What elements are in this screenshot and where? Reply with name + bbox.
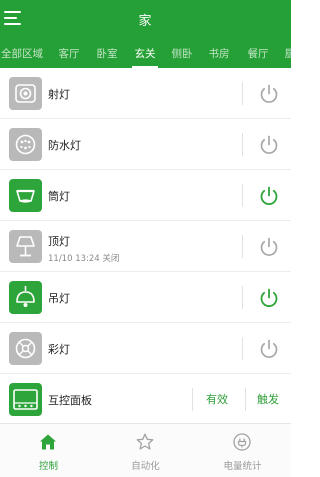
device-name: 彩灯 (48, 343, 70, 356)
tab-living-room[interactable]: 客厅 (55, 40, 83, 68)
downlight-icon (9, 179, 42, 212)
device-name: 筒灯 (48, 190, 70, 203)
tab-bedroom[interactable]: 卧室 (93, 40, 121, 68)
divider (242, 286, 243, 309)
device-list: 射灯 防水灯 筒灯 顶灯 11/10 13:24 关闭 吊灯 彩灯 互控面板 有… (0, 68, 291, 425)
device-row-control-panel[interactable]: 互控面板 有效 触发 (0, 374, 291, 425)
tab-study[interactable]: 书房 (205, 40, 233, 68)
divider (242, 184, 243, 207)
control-panel-icon (9, 383, 42, 416)
device-row-ceiling-light[interactable]: 顶灯 11/10 13:24 关闭 (0, 221, 291, 272)
valid-button[interactable]: 有效 (206, 391, 228, 407)
tab-kitchen[interactable]: 厨 (283, 40, 291, 68)
power-toggle-off[interactable] (258, 134, 280, 156)
nav-control[interactable]: 控制 (0, 424, 97, 477)
power-toggle-on[interactable] (258, 287, 280, 309)
power-toggle-off[interactable] (258, 83, 280, 105)
nav-label: 控制 (38, 461, 58, 472)
top-bar: 家 (0, 0, 291, 40)
tab-dining-room[interactable]: 餐厅 (244, 40, 272, 68)
tab-side-bedroom[interactable]: 侧卧 (168, 40, 196, 68)
spotlight-icon (9, 77, 42, 110)
device-row-downlight[interactable]: 筒灯 (0, 170, 291, 221)
trigger-button[interactable]: 触发 (257, 391, 279, 407)
room-tabs: 全部区域 客厅 卧室 玄关 侧卧 书房 餐厅 厨 (0, 40, 291, 68)
device-row-colored-light[interactable]: 彩灯 (0, 323, 291, 374)
nav-label: 电量统计 (223, 461, 262, 472)
nav-power-stats[interactable]: 电量统计 (194, 424, 291, 477)
device-name: 互控面板 (48, 394, 92, 407)
tab-entrance[interactable]: 玄关 (130, 40, 160, 68)
plug-icon (232, 432, 252, 452)
device-name: 防水灯 (48, 139, 81, 152)
home-icon (38, 432, 58, 452)
power-toggle-off[interactable] (258, 236, 280, 258)
app-root: 家 全部区域 客厅 卧室 玄关 侧卧 书房 餐厅 厨 射灯 防水灯 筒灯 顶灯 … (0, 0, 291, 477)
device-name: 射灯 (48, 88, 70, 101)
nav-automation[interactable]: 自动化 (97, 424, 194, 477)
power-toggle-on[interactable] (258, 185, 280, 207)
page-title: 家 (138, 14, 153, 29)
device-row-waterproof-light[interactable]: 防水灯 (0, 119, 291, 170)
device-status-text: 11/10 13:24 关闭 (48, 254, 120, 264)
divider (242, 133, 243, 156)
nav-label: 自动化 (131, 461, 160, 472)
table-lamp-icon (9, 230, 42, 263)
divider (242, 235, 243, 258)
device-name: 吊灯 (48, 292, 70, 305)
pendant-lamp-icon (9, 281, 42, 314)
device-row-pendant-light[interactable]: 吊灯 (0, 272, 291, 323)
power-toggle-off[interactable] (258, 338, 280, 360)
device-row-spotlight[interactable]: 射灯 (0, 68, 291, 119)
divider (242, 82, 243, 105)
device-name: 顶灯 (48, 235, 70, 248)
divider (242, 337, 243, 360)
tab-all-areas[interactable]: 全部区域 (0, 40, 44, 68)
star-icon (135, 432, 155, 452)
bottom-nav: 控制 自动化 电量统计 (0, 423, 291, 477)
colored-light-icon (9, 332, 42, 365)
divider (245, 388, 246, 411)
divider (192, 388, 193, 411)
waterproof-light-icon (9, 128, 42, 161)
